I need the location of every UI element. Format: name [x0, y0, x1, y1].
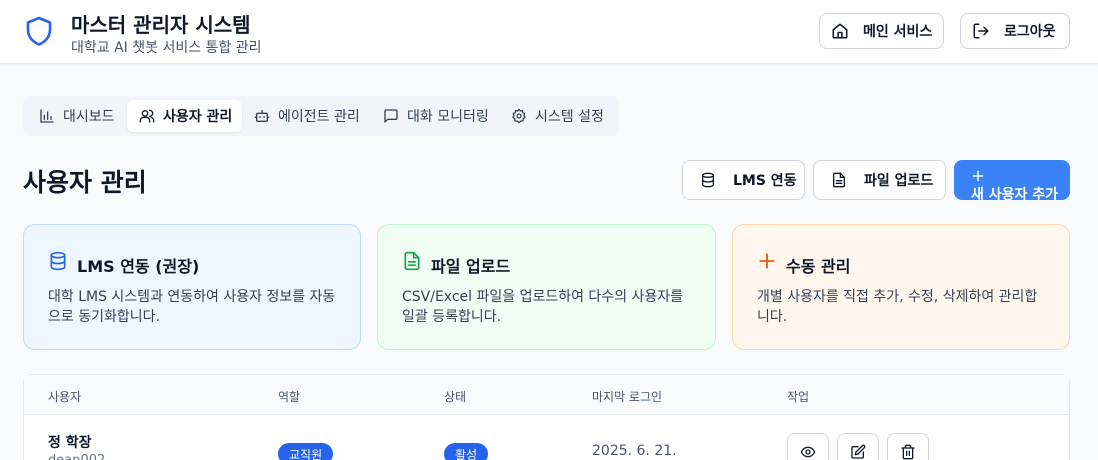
- status-badge: 활성: [444, 443, 489, 460]
- bar-chart-icon: [39, 108, 63, 124]
- logout-icon: [961, 22, 1004, 40]
- users-icon: [139, 108, 163, 124]
- main-service-button[interactable]: 메인 서비스: [819, 13, 944, 49]
- main-tabs: 대시보드 사용자 관리 에이전트 관리 대화 모니터링 시스템 설정: [23, 96, 619, 136]
- table-header: 사용자 역할 상태 마지막 로그인 작업: [24, 375, 1069, 415]
- shield-logo-icon: [24, 15, 54, 47]
- tab-label: 대시보드: [63, 109, 115, 125]
- bot-icon: [254, 108, 278, 124]
- file-text-icon: [814, 172, 864, 188]
- tab-monitoring[interactable]: 대화 모니터링: [375, 100, 503, 132]
- lms-sync-label: LMS 연동: [733, 173, 797, 189]
- tab-dashboard[interactable]: 대시보드: [31, 100, 131, 132]
- last-login: 2025. 6. 21.: [592, 443, 677, 459]
- role-badge: 교직원: [278, 443, 334, 460]
- tab-users[interactable]: 사용자 관리: [127, 100, 242, 132]
- database-icon: [683, 172, 733, 188]
- file-text-icon: [402, 251, 422, 271]
- gear-icon: [511, 108, 535, 124]
- column-header: 작업: [787, 390, 810, 404]
- user-name: 정 학장: [48, 435, 92, 451]
- card-description: 개별 사용자를 직접 추가, 수정, 삭제하여 관리합니다.: [757, 289, 1038, 325]
- add-user-label: 새 사용자 추가: [971, 187, 1059, 200]
- app-title: 마스터 관리자 시스템: [71, 13, 251, 37]
- manual-management-card: 수동 관리 개별 사용자를 직접 추가, 수정, 삭제하여 관리합니다.: [732, 224, 1070, 350]
- page-title: 사용자 관리: [23, 168, 147, 197]
- logout-label: 로그아웃: [1004, 24, 1056, 40]
- file-upload-button[interactable]: 파일 업로드: [813, 160, 946, 200]
- card-description: 대학 LMS 시스템과 연동하여 사용자 정보를 자동으로 동기화합니다.: [48, 289, 336, 325]
- column-header: 사용자: [48, 390, 82, 404]
- column-header: 상태: [444, 390, 467, 404]
- plus-icon: [757, 251, 777, 271]
- column-header: 마지막 로그인: [592, 390, 663, 404]
- lms-sync-button[interactable]: LMS 연동: [682, 160, 805, 200]
- card-title: 수동 관리: [786, 257, 851, 276]
- card-title: 파일 업로드: [431, 257, 511, 276]
- logout-button[interactable]: 로그아웃: [960, 13, 1070, 49]
- file-upload-card: 파일 업로드 CSV/Excel 파일을 업로드하여 다수의 사용자를 일괄 등…: [377, 224, 716, 350]
- eye-icon: [800, 444, 816, 460]
- add-user-button[interactable]: 새 사용자 추가: [954, 160, 1070, 200]
- edit-icon: [850, 444, 866, 460]
- message-icon: [383, 108, 407, 124]
- home-icon: [820, 22, 863, 40]
- app-header: 마스터 관리자 시스템 대학교 AI 챗봇 서비스 통합 관리 메인 서비스 로…: [0, 0, 1098, 64]
- tab-label: 사용자 관리: [163, 109, 233, 125]
- view-user-button[interactable]: [787, 433, 829, 460]
- delete-user-button[interactable]: [887, 433, 929, 460]
- tab-label: 에이전트 관리: [278, 109, 360, 125]
- tab-agents[interactable]: 에이전트 관리: [246, 100, 376, 132]
- card-description: CSV/Excel 파일을 업로드하여 다수의 사용자를 일괄 등록합니다.: [402, 289, 684, 325]
- card-title: LMS 연동 (권장): [77, 257, 200, 276]
- tab-label: 대화 모니터링: [407, 109, 489, 125]
- main-service-label: 메인 서비스: [863, 24, 933, 40]
- lms-sync-card: LMS 연동 (권장) 대학 LMS 시스템과 연동하여 사용자 정보를 자동으…: [23, 224, 361, 350]
- column-header: 역할: [278, 390, 301, 404]
- tab-settings[interactable]: 시스템 설정: [503, 100, 615, 132]
- file-upload-label: 파일 업로드: [864, 173, 934, 189]
- trash-icon: [900, 444, 916, 460]
- tab-label: 시스템 설정: [535, 109, 604, 125]
- app-subtitle: 대학교 AI 챗봇 서비스 통합 관리: [71, 40, 262, 56]
- users-table: 사용자 역할 상태 마지막 로그인 작업 정 학장 dean002 교직원 활성…: [23, 374, 1070, 460]
- user-id: dean002: [48, 453, 105, 460]
- edit-user-button[interactable]: [837, 433, 879, 460]
- database-icon: [48, 251, 68, 271]
